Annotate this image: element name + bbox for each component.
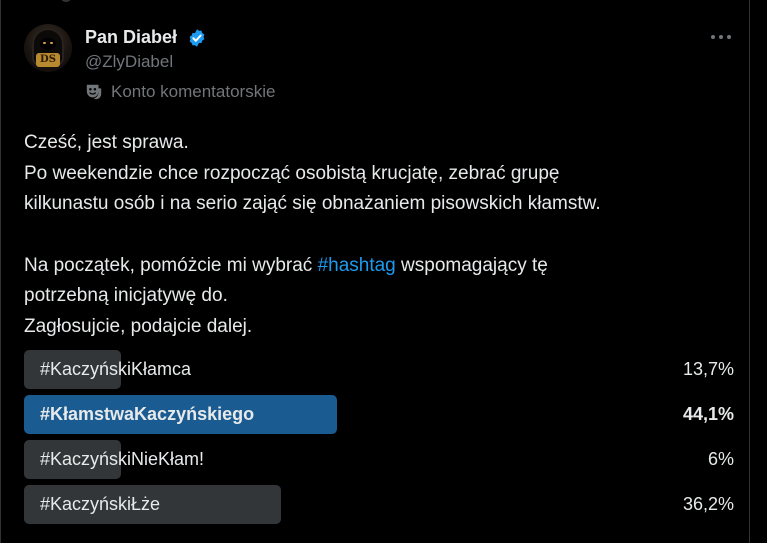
poll-option-label: #KaczyńskiKłamca: [40, 359, 192, 379]
poll-option-percent: 44,1%: [682, 404, 734, 424]
avatar-eye-right: [50, 42, 53, 44]
tweet-line: Zagłosujcie, podajcie dalej.: [24, 315, 253, 337]
verified-badge-icon: [189, 29, 205, 47]
avatar-eye-left: [43, 42, 46, 44]
tweet-text-segment: Na początek, pomóżcie mi wybrać: [24, 254, 318, 276]
poll-option: #KłamstwaKaczyńskiego 44,1%: [24, 395, 736, 434]
poll-option-label: #KaczyńskiŁże: [40, 494, 161, 514]
tweet-line: kilkunastu osób i na serio zająć się obn…: [24, 193, 601, 214]
avatar[interactable]: DS: [24, 24, 72, 72]
tweet-text: Cześć, jest sprawa. Po weekendzie chce r…: [24, 128, 724, 342]
poll-option: #KaczyńskiNieKłam! 6%: [24, 440, 736, 479]
tweet-line: Cześć, jest sprawa.: [24, 132, 189, 153]
poll-option: #KaczyńskiKłamca 13,7%: [24, 350, 736, 389]
poll-option-percent: 36,2%: [682, 494, 734, 514]
tweet-line: Po weekendzie chce rozpocząć osobistą kr…: [24, 162, 560, 184]
tweet-text-segment: wspomagający tę: [395, 254, 548, 276]
poll-option-label: #KłamstwaKaczyńskiego: [40, 404, 255, 424]
poll-option-percent: 13,7%: [682, 359, 734, 379]
poll-option: #KaczyńskiŁże 36,2%: [24, 485, 736, 524]
left-column-border: [0, 0, 1, 543]
thread-connector: [60, 0, 72, 2]
hashtag-link[interactable]: #hashtag: [318, 255, 396, 276]
author-name[interactable]: Pan Diabeł: [85, 27, 177, 48]
account-label: Konto komentatorskie: [111, 82, 276, 101]
theater-mask-icon: [86, 84, 102, 100]
avatar-face: [40, 38, 56, 50]
poll-option-percent: 6%: [707, 449, 734, 469]
right-column-border: [749, 0, 750, 543]
tweet-line: potrzebną inicjatywę do.: [24, 285, 228, 306]
tweet-line-with-hashtag: Na początek, pomóżcie mi wybrać #hashtag…: [24, 251, 724, 282]
author-handle[interactable]: @ZlyDiabel: [85, 52, 173, 72]
poll-option-label: #KaczyńskiNieKłam!: [40, 449, 205, 469]
avatar-emblem: DS: [36, 53, 60, 67]
more-options-icon[interactable]: [707, 27, 735, 47]
